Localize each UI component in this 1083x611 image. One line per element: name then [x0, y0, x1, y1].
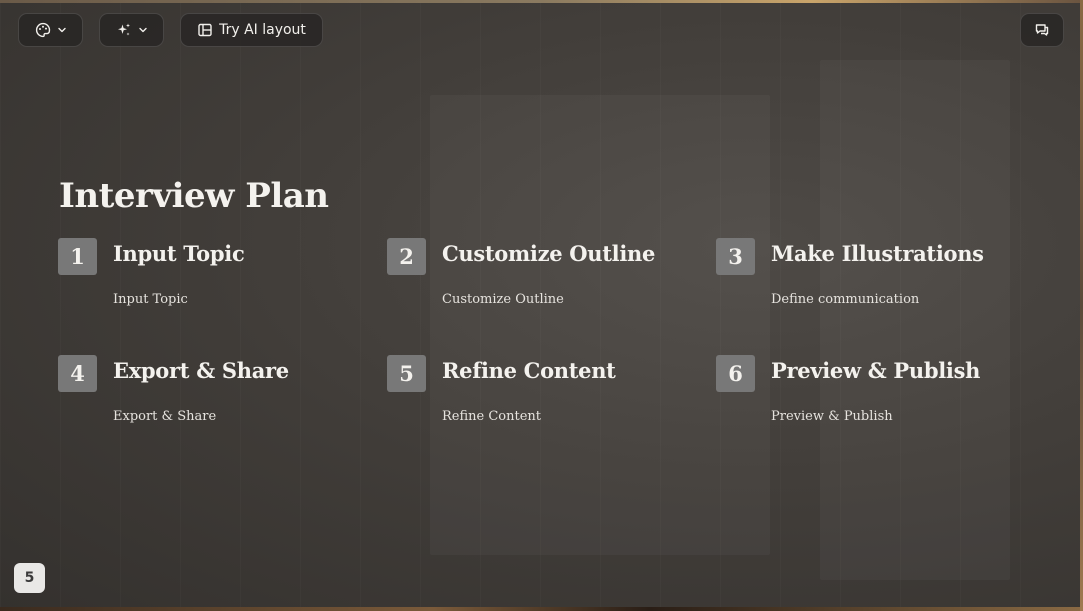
- plan-step-4: 4 Export & Share Export & Share: [58, 355, 358, 445]
- step-number-badge: 1: [58, 238, 97, 275]
- step-title[interactable]: Input Topic: [113, 241, 245, 266]
- plan-step-2: 2 Customize Outline Customize Outline: [387, 238, 687, 328]
- plan-step-6: 6 Preview & Publish Preview & Publish: [716, 355, 1016, 445]
- step-description[interactable]: Customize Outline: [442, 292, 564, 307]
- step-title[interactable]: Export & Share: [113, 358, 289, 383]
- ai-tools-button[interactable]: [99, 13, 164, 47]
- step-title[interactable]: Preview & Publish: [771, 358, 980, 383]
- background-edge-top: [0, 0, 1083, 3]
- step-description[interactable]: Input Topic: [113, 292, 188, 307]
- chevron-down-icon: [57, 27, 66, 33]
- step-number-badge: 6: [716, 355, 755, 392]
- comments-button[interactable]: [1020, 13, 1064, 47]
- theme-button[interactable]: [18, 13, 83, 47]
- step-number-badge: 3: [716, 238, 755, 275]
- sparkles-icon: [117, 23, 130, 36]
- page-number-badge[interactable]: 5: [14, 563, 45, 593]
- background-edge-bottom: [0, 607, 1083, 611]
- step-title[interactable]: Refine Content: [442, 358, 616, 383]
- step-description[interactable]: Define communication: [771, 292, 919, 307]
- plan-step-3: 3 Make Illustrations Define communicatio…: [716, 238, 1016, 328]
- plan-step-1: 1 Input Topic Input Topic: [58, 238, 358, 328]
- step-title[interactable]: Make Illustrations: [771, 241, 984, 266]
- step-number-badge: 5: [387, 355, 426, 392]
- layout-icon: [198, 23, 212, 37]
- try-ai-layout-button[interactable]: Try AI layout: [180, 13, 323, 47]
- plan-step-5: 5 Refine Content Refine Content: [387, 355, 687, 445]
- slide-title[interactable]: Interview Plan: [59, 176, 329, 216]
- chevron-down-icon: [138, 27, 147, 33]
- slide-canvas: Try AI layout Interview Plan 1 Input Top…: [0, 0, 1083, 611]
- comment-icon: [1035, 24, 1049, 36]
- step-number-badge: 4: [58, 355, 97, 392]
- palette-icon: [35, 22, 50, 38]
- step-description[interactable]: Refine Content: [442, 409, 541, 424]
- step-number-badge: 2: [387, 238, 426, 275]
- step-description[interactable]: Export & Share: [113, 409, 216, 424]
- step-title[interactable]: Customize Outline: [442, 241, 655, 266]
- try-ai-layout-label: Try AI layout: [219, 22, 306, 38]
- step-description[interactable]: Preview & Publish: [771, 409, 893, 424]
